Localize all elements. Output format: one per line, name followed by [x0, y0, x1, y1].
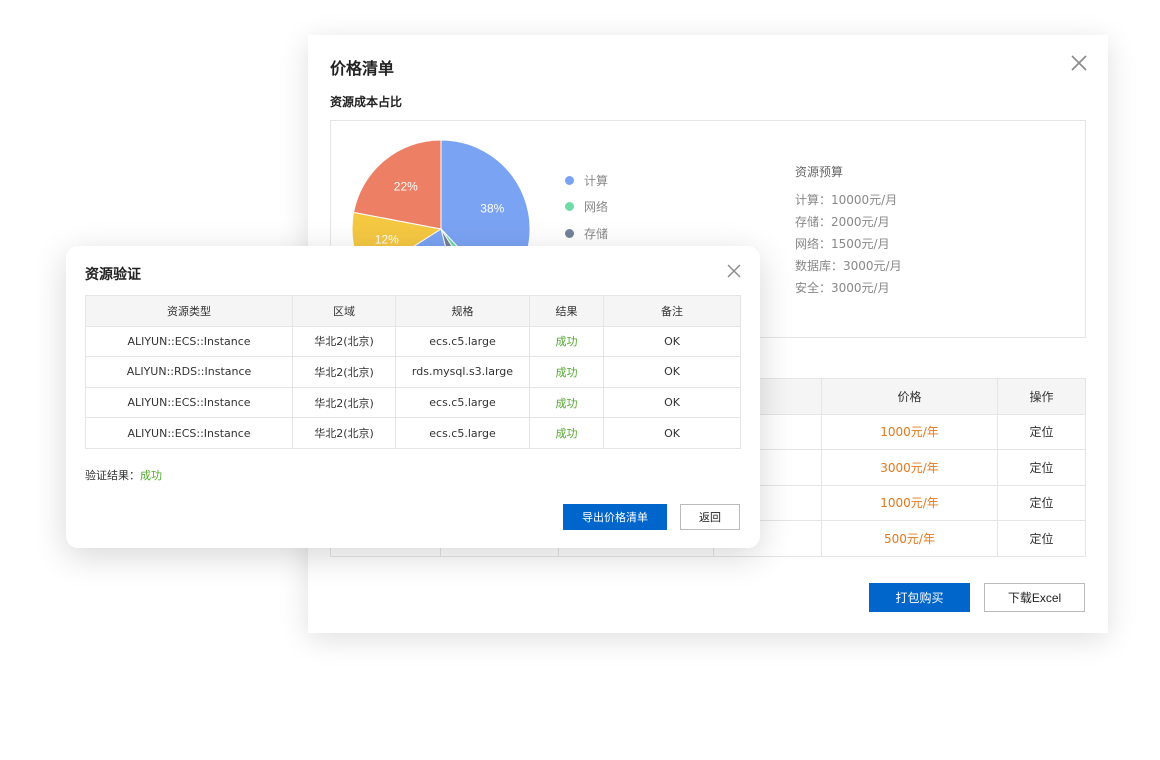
validation-summary: 验证结果：成功	[85, 467, 162, 483]
download-excel-button[interactable]: 下载Excel	[984, 583, 1085, 612]
close-icon[interactable]	[1070, 54, 1088, 72]
locate-link[interactable]: 定位	[997, 449, 1086, 486]
price-cell: 500元/年	[821, 520, 998, 557]
locate-link[interactable]: 定位	[997, 520, 1086, 557]
resource-budget: 资源预算 计算：10000元/月 存储：2000元/月 网络：1500元/月 数…	[795, 163, 902, 299]
pie-slice-label-5: 22%	[394, 179, 418, 193]
resource-validation-dialog: 资源验证 资源类型 区域 规格 结果 备注 ALIYUN::ECS::Insta…	[66, 246, 760, 548]
result-cell: 成功	[529, 325, 604, 358]
price-cell: 1000元/年	[821, 484, 998, 521]
region-cell: 华北2(北京)	[292, 386, 396, 419]
column-header-spec: 规格	[395, 295, 530, 327]
table-row: ALIYUN::RDS::Instance 华北2(北京) rds.mysql.…	[85, 356, 741, 388]
column-header-note: 备注	[603, 295, 741, 327]
spec-cell: rds.mysql.s3.large	[395, 356, 530, 388]
legend-label: 计算	[584, 173, 609, 188]
legend-item-1[interactable]: 网络	[565, 194, 608, 221]
legend-dot-icon	[565, 228, 574, 238]
table-row: ALIYUN::ECS::Instance 华北2(北京) ecs.c5.lar…	[85, 325, 741, 358]
note-cell: OK	[603, 386, 741, 419]
column-header-result: 结果	[529, 295, 604, 327]
note-cell: OK	[603, 325, 741, 358]
spec-cell: ecs.c5.large	[395, 386, 530, 419]
price-cell: 1000元/年	[821, 413, 998, 450]
region-cell: 华北2(北京)	[292, 325, 396, 358]
legend-dot-icon	[565, 202, 574, 212]
region-cell: 华北2(北京)	[292, 417, 396, 449]
budget-line-security: 安全：3000元/月	[795, 281, 890, 295]
table-row: ALIYUN::ECS::Instance 华北2(北京) ecs.c5.lar…	[85, 386, 741, 419]
table-header-row: 资源类型 区域 规格 结果 备注	[85, 295, 741, 327]
close-icon[interactable]	[727, 264, 741, 278]
summary-value: 成功	[140, 469, 162, 482]
column-header-type: 资源类型	[85, 295, 293, 327]
legend-item-0[interactable]: 计算	[565, 167, 608, 194]
back-button[interactable]: 返回	[680, 504, 740, 530]
column-header-action: 操作	[997, 378, 1086, 415]
resource-type-cell: ALIYUN::ECS::Instance	[85, 325, 293, 358]
region-cell: 华北2(北京)	[292, 356, 396, 388]
locate-link[interactable]: 定位	[997, 413, 1086, 450]
result-cell: 成功	[529, 356, 604, 388]
locate-link[interactable]: 定位	[997, 484, 1086, 521]
resource-type-cell: ALIYUN::ECS::Instance	[85, 386, 293, 419]
column-header-price: 价格	[821, 378, 998, 415]
price-cell: 3000元/年	[821, 449, 998, 486]
validation-dialog-title: 资源验证	[85, 267, 141, 283]
resource-type-cell: ALIYUN::RDS::Instance	[85, 356, 293, 388]
legend-label: 网络	[584, 200, 609, 215]
validation-table: 资源类型 区域 规格 结果 备注 ALIYUN::ECS::Instance 华…	[85, 295, 741, 449]
legend-label: 存储	[584, 226, 609, 241]
note-cell: OK	[603, 356, 741, 388]
budget-line-compute: 计算：10000元/月	[795, 193, 898, 207]
pie-slice-label-0: 38%	[480, 202, 504, 216]
bundle-buy-button[interactable]: 打包购买	[869, 583, 970, 612]
resource-type-cell: ALIYUN::ECS::Instance	[85, 417, 293, 449]
column-header-region: 区域	[292, 295, 396, 327]
cost-share-title: 资源成本占比	[330, 95, 403, 109]
legend-item-2[interactable]: 存储	[565, 220, 608, 247]
summary-label: 验证结果：	[85, 469, 140, 482]
result-cell: 成功	[529, 417, 604, 449]
budget-line-database: 数据库：3000元/月	[795, 259, 902, 273]
legend-dot-icon	[565, 175, 574, 185]
export-price-list-button[interactable]: 导出价格清单	[563, 504, 667, 530]
spec-cell: ecs.c5.large	[395, 325, 530, 358]
note-cell: OK	[603, 417, 741, 449]
result-cell: 成功	[529, 386, 604, 419]
budget-line-network: 网络：1500元/月	[795, 237, 890, 251]
price-dialog-title: 价格清单	[330, 59, 395, 78]
chart-legend: 计算 网络 存储	[565, 167, 608, 247]
budget-title: 资源预算	[795, 165, 844, 179]
spec-cell: ecs.c5.large	[395, 417, 530, 449]
budget-line-storage: 存储：2000元/月	[795, 215, 890, 229]
pie-slice-label-4: 12%	[375, 232, 399, 246]
table-row: ALIYUN::ECS::Instance 华北2(北京) ecs.c5.lar…	[85, 417, 741, 449]
